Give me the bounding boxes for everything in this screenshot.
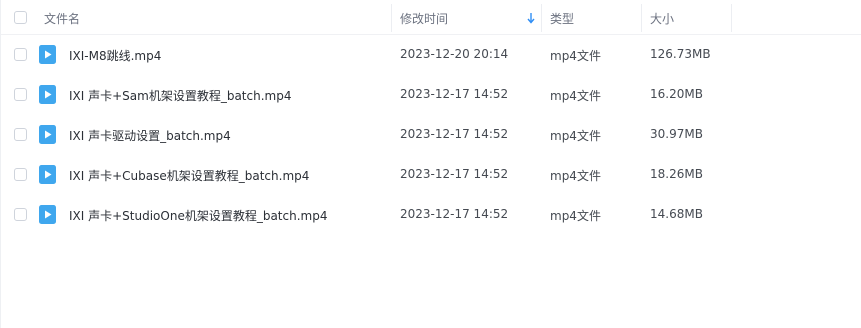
file-row[interactable]: IXI-M8跳线.mp4 2023-12-20 20:14 mp4文件 126.… xyxy=(1,35,861,75)
video-file-icon xyxy=(39,205,56,224)
file-size: 16.20MB xyxy=(650,87,703,101)
video-file-icon xyxy=(39,45,56,64)
column-divider[interactable] xyxy=(731,4,732,32)
file-type: mp4文件 xyxy=(550,209,601,223)
file-size: 30.97MB xyxy=(650,127,703,141)
video-file-icon xyxy=(39,125,56,144)
column-divider[interactable] xyxy=(391,4,392,32)
file-name[interactable]: IXI 声卡+StudioOne机架设置教程_batch.mp4 xyxy=(69,207,327,224)
file-list-pane: 文件名 修改时间 类型 大小 IXI-M8跳线.mp4 2023-12-20 2… xyxy=(0,0,861,328)
file-row[interactable]: IXI 声卡+Sam机架设置教程_batch.mp4 2023-12-17 14… xyxy=(1,75,861,115)
file-modified-time: 2023-12-17 14:52 xyxy=(400,167,509,181)
column-header-name[interactable]: 文件名 xyxy=(44,10,80,27)
file-row[interactable]: IXI 声卡+StudioOne机架设置教程_batch.mp4 2023-12… xyxy=(1,195,861,235)
row-checkbox[interactable] xyxy=(14,208,27,221)
sort-descending-icon[interactable] xyxy=(526,12,536,24)
file-list-header: 文件名 修改时间 类型 大小 xyxy=(1,0,861,35)
file-type: mp4文件 xyxy=(550,89,601,103)
column-divider[interactable] xyxy=(541,4,542,32)
row-checkbox[interactable] xyxy=(14,168,27,181)
file-modified-time: 2023-12-20 20:14 xyxy=(400,47,509,61)
file-rows: IXI-M8跳线.mp4 2023-12-20 20:14 mp4文件 126.… xyxy=(1,35,861,235)
video-file-icon xyxy=(39,85,56,104)
video-file-icon xyxy=(39,165,56,184)
column-divider[interactable] xyxy=(641,4,642,32)
file-type: mp4文件 xyxy=(550,49,601,63)
row-checkbox[interactable] xyxy=(14,48,27,61)
file-type: mp4文件 xyxy=(550,129,601,143)
file-name[interactable]: IXI 声卡+Sam机架设置教程_batch.mp4 xyxy=(69,87,291,104)
file-row[interactable]: IXI 声卡驱动设置_batch.mp4 2023-12-17 14:52 mp… xyxy=(1,115,861,155)
file-size: 126.73MB xyxy=(650,47,711,61)
column-header-size[interactable]: 大小 xyxy=(650,10,674,27)
file-name[interactable]: IXI-M8跳线.mp4 xyxy=(69,47,161,64)
file-name[interactable]: IXI 声卡+Cubase机架设置教程_batch.mp4 xyxy=(69,167,309,184)
file-modified-time: 2023-12-17 14:52 xyxy=(400,87,509,101)
file-modified-time: 2023-12-17 14:52 xyxy=(400,127,509,141)
row-checkbox[interactable] xyxy=(14,88,27,101)
file-size: 14.68MB xyxy=(650,207,703,221)
file-type: mp4文件 xyxy=(550,169,601,183)
file-row[interactable]: IXI 声卡+Cubase机架设置教程_batch.mp4 2023-12-17… xyxy=(1,155,861,195)
row-checkbox[interactable] xyxy=(14,128,27,141)
column-header-modified[interactable]: 修改时间 xyxy=(400,10,448,27)
file-name[interactable]: IXI 声卡驱动设置_batch.mp4 xyxy=(69,127,231,144)
file-size: 18.26MB xyxy=(650,167,703,181)
select-all-checkbox[interactable] xyxy=(14,11,27,24)
file-modified-time: 2023-12-17 14:52 xyxy=(400,207,509,221)
column-header-type[interactable]: 类型 xyxy=(550,10,574,27)
